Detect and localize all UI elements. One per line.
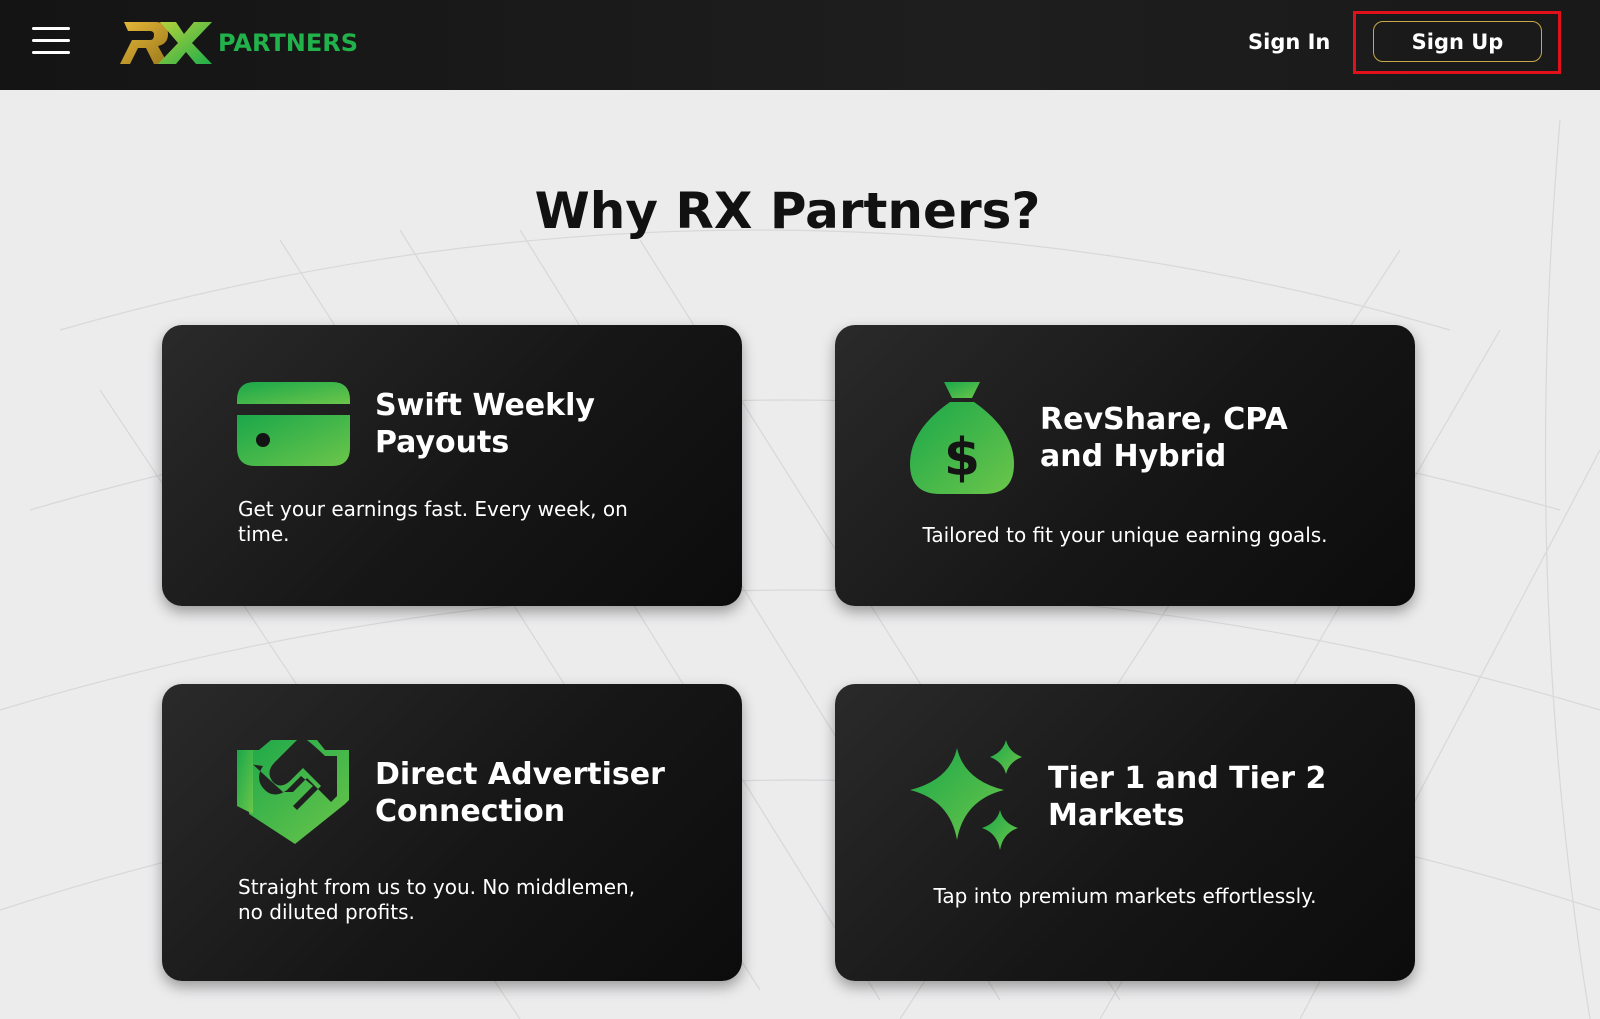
card-title-line: Payouts bbox=[375, 425, 510, 460]
svg-text:$: $ bbox=[944, 428, 980, 488]
money-bag-icon: $ bbox=[910, 382, 1014, 494]
rx-logo-mark-icon bbox=[120, 22, 212, 64]
card-description: Straight from us to you. No middlemen, n… bbox=[238, 875, 636, 924]
sparkles-icon bbox=[910, 740, 1022, 850]
card-title-line: RevShare, CPA bbox=[1040, 402, 1288, 437]
logo-text: PARTNERS bbox=[218, 29, 358, 57]
card-title-line: and Hybrid bbox=[1040, 439, 1227, 474]
card-title-line: Swift Weekly bbox=[375, 388, 595, 423]
card-title-line: Connection bbox=[375, 794, 566, 829]
card-title-line: Direct Advertiser bbox=[375, 757, 665, 792]
credit-card-icon bbox=[237, 382, 350, 466]
feature-card-revshare[interactable]: $ RevShare, CPA and Hybrid Tailored to f… bbox=[835, 325, 1415, 606]
sign-up-button[interactable]: Sign Up bbox=[1373, 21, 1542, 62]
sign-in-link[interactable]: Sign In bbox=[1248, 26, 1330, 58]
card-title-line: Markets bbox=[1048, 798, 1185, 833]
card-description: Tap into premium markets effortlessly. bbox=[933, 884, 1317, 908]
hamburger-menu-icon[interactable] bbox=[32, 27, 70, 55]
card-title-line: Tier 1 and Tier 2 bbox=[1048, 761, 1327, 796]
card-description: Tailored to fit your unique earning goal… bbox=[922, 523, 1328, 547]
feature-card-direct-advertiser[interactable]: Direct Advertiser Connection Straight fr… bbox=[162, 684, 742, 981]
page-heading: Why RX Partners? bbox=[534, 182, 1041, 240]
handshake-icon bbox=[237, 740, 349, 844]
feature-card-tier-markets[interactable]: Tier 1 and Tier 2 Markets Tap into premi… bbox=[835, 684, 1415, 981]
top-navigation-bar: PARTNERS Sign In Sign Up bbox=[0, 0, 1600, 90]
card-description: Get your earnings fast. Every week, on t… bbox=[238, 497, 628, 546]
feature-card-weekly-payouts[interactable]: Swift Weekly Payouts Get your earnings f… bbox=[162, 325, 742, 606]
rx-partners-logo[interactable]: PARTNERS bbox=[120, 18, 358, 68]
